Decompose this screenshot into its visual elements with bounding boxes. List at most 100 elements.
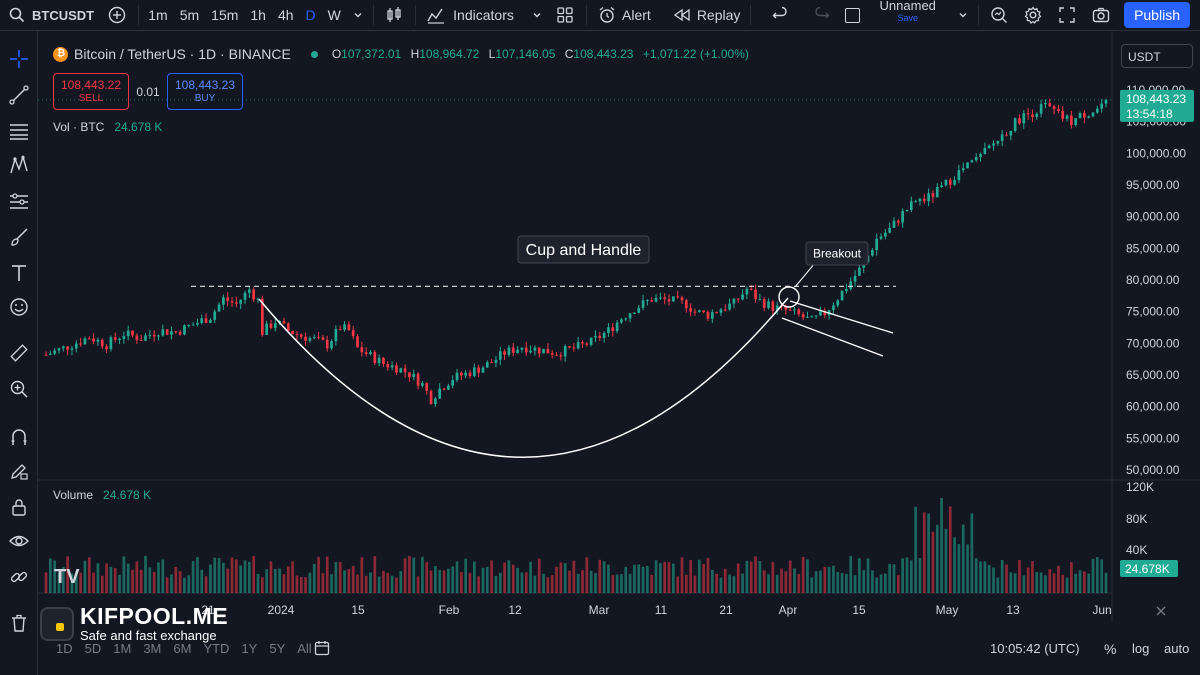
publish-button[interactable]: Publish [1124, 2, 1190, 28]
brush-tool[interactable] [9, 227, 29, 247]
range-5y[interactable]: 5Y [269, 641, 285, 656]
pattern-tool[interactable] [9, 154, 29, 175]
volume-bar [122, 556, 126, 593]
candle-body [901, 211, 904, 223]
candle-body [1065, 115, 1069, 119]
collapse-icon[interactable] [1156, 606, 1166, 616]
volume-bar [485, 566, 489, 593]
range-1d[interactable]: 1D [56, 641, 73, 656]
compare-button[interactable] [100, 0, 134, 31]
candle-body [356, 336, 359, 348]
volume-bar [286, 566, 290, 593]
price-chart[interactable]: 110,000.00105,000.00100,000.0095,000.009… [38, 31, 1200, 622]
redo-button[interactable] [805, 0, 839, 31]
sell-button[interactable]: 108,443.22 SELL [53, 73, 129, 110]
kifpool-watermark: KIFPOOL.ME Safe and fast exchange [40, 604, 228, 643]
utc-clock[interactable]: 10:05:42 (UTC) [990, 641, 1080, 656]
text-tool[interactable] [9, 263, 29, 283]
range-1m[interactable]: 1M [113, 641, 131, 656]
alert-button[interactable]: Alert [590, 0, 657, 31]
timeframe-1m[interactable]: 1m [142, 0, 173, 31]
magnet-tool[interactable] [9, 427, 29, 447]
indicators-button[interactable]: Indicators [419, 0, 548, 31]
currency-selector[interactable]: USDT [1121, 44, 1193, 68]
quantity-field[interactable]: 0.01 [129, 85, 167, 99]
timeframe-15m[interactable]: 15m [205, 0, 244, 31]
volume-bar [472, 561, 476, 593]
volume-bar [948, 506, 952, 593]
ruler-tool[interactable] [9, 343, 29, 363]
candle-body [524, 347, 528, 353]
y-tick-label: 90,000.00 [1126, 210, 1180, 224]
candle-body [620, 319, 623, 323]
range-3m[interactable]: 3M [143, 641, 161, 656]
candle-body [832, 305, 835, 311]
volume-bar [338, 562, 342, 593]
volume-bar [585, 557, 589, 593]
timeframe-4h[interactable]: 4h [272, 0, 300, 31]
auto-toggle[interactable]: auto [1164, 641, 1189, 656]
hide-tool[interactable] [9, 531, 29, 551]
link-tool[interactable] [9, 567, 29, 587]
volume-bar [481, 567, 485, 593]
volume-bar [421, 556, 424, 593]
candle-body [321, 337, 325, 340]
lock-tool[interactable] [9, 497, 29, 517]
fullscreen-button[interactable] [1050, 0, 1084, 31]
range-ytd[interactable]: YTD [203, 641, 229, 656]
volume-bar [1009, 572, 1013, 593]
trend-line-tool[interactable] [9, 85, 29, 105]
volume-bar [304, 577, 307, 593]
volume-bar [935, 524, 939, 593]
layout-name-button[interactable]: Unnamed Save [876, 0, 940, 31]
timeframe-dropdown[interactable] [347, 0, 369, 31]
volume-bar [607, 564, 610, 593]
timeframe-D[interactable]: D [300, 0, 322, 31]
volume-bar [970, 513, 974, 593]
chart-type-button[interactable] [377, 0, 411, 31]
goto-date-button[interactable] [314, 640, 330, 659]
layout-checkbox[interactable] [839, 0, 866, 31]
volume-bar [676, 576, 680, 593]
candle-body [187, 324, 191, 326]
settings-button[interactable] [1016, 0, 1050, 31]
volume-bar [659, 563, 662, 593]
fib-tool[interactable] [9, 121, 29, 141]
candle-body [442, 388, 446, 390]
volume-bar [1083, 571, 1086, 593]
forecast-tool[interactable] [9, 191, 29, 211]
range-all[interactable]: All [297, 641, 311, 656]
volume-bar [364, 575, 368, 593]
buy-button[interactable]: 108,443.23 BUY [167, 73, 243, 110]
timeframe-W[interactable]: W [322, 0, 347, 31]
replay-button[interactable]: Replay [665, 0, 747, 31]
layouts-button[interactable] [548, 0, 582, 31]
undo-button[interactable] [763, 0, 797, 31]
snapshot-button[interactable] [1084, 0, 1118, 31]
candle-body [369, 352, 372, 354]
range-5d[interactable]: 5D [85, 641, 102, 656]
range-1y[interactable]: 1Y [241, 641, 257, 656]
remove-tool[interactable] [9, 613, 29, 633]
stay-drawing-tool[interactable] [9, 461, 29, 481]
volume-bar [1013, 573, 1017, 593]
timeframe-5m[interactable]: 5m [174, 0, 205, 31]
candle-body [905, 209, 909, 212]
volume-bar [546, 577, 550, 593]
percent-toggle[interactable]: % [1104, 641, 1116, 657]
range-6m[interactable]: 6M [173, 641, 191, 656]
volume-bar [235, 559, 238, 593]
emoji-tool[interactable] [9, 297, 29, 317]
crosshair-tool[interactable] [9, 49, 29, 69]
zoom-tool[interactable] [9, 379, 29, 399]
log-toggle[interactable]: log [1132, 641, 1149, 656]
quick-search-button[interactable] [982, 0, 1016, 31]
y-tick-label: 75,000.00 [1126, 305, 1180, 319]
volume-bar [230, 557, 234, 593]
candle-body [736, 298, 740, 300]
symbol-search[interactable]: BTCUSDT [0, 0, 100, 31]
volume-bar [672, 563, 675, 593]
timeframe-1h[interactable]: 1h [244, 0, 272, 31]
layout-dropdown[interactable] [952, 0, 974, 31]
candle-body [48, 353, 52, 355]
